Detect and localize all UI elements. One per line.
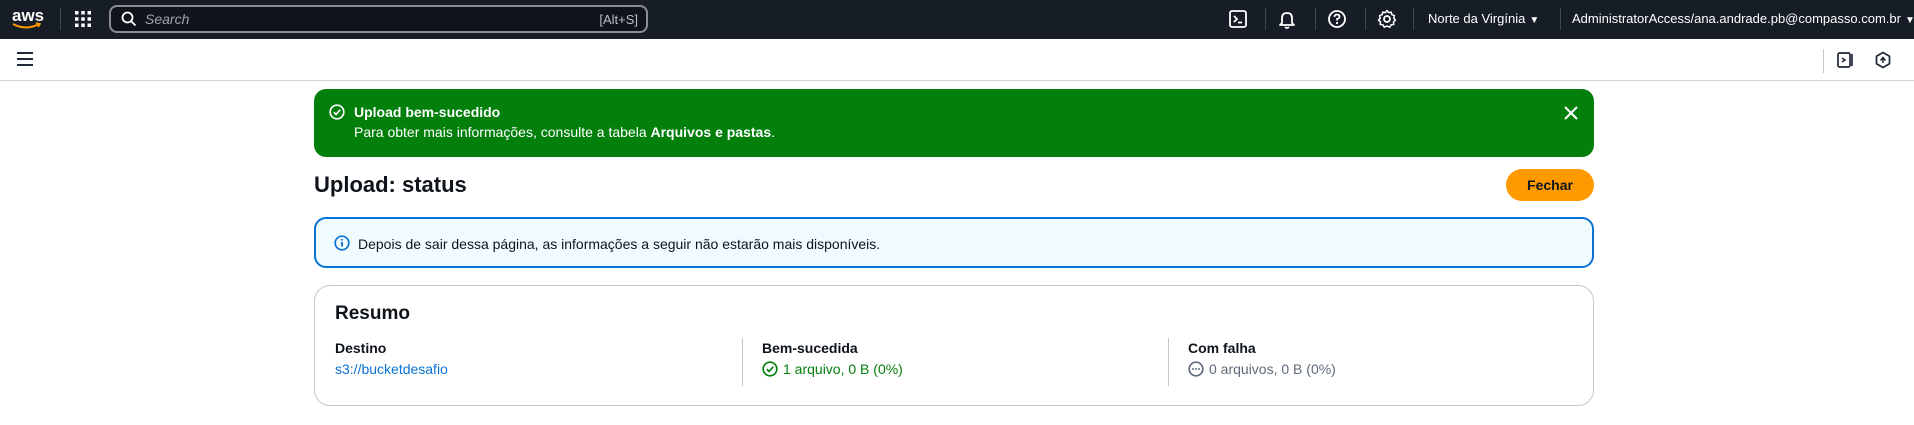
flash-message-prefix: Para obter mais informações, consulte a … xyxy=(354,124,651,140)
aws-smile-icon xyxy=(12,22,42,29)
failed-label: Com falha xyxy=(1188,340,1256,356)
info-alert: Depois de sair dessa página, as informaç… xyxy=(314,217,1594,268)
info-icon xyxy=(334,235,350,251)
nav-divider xyxy=(60,8,61,30)
succeeded-label: Bem-sucedida xyxy=(762,340,858,356)
destination-link[interactable]: s3://bucketdesafio xyxy=(335,361,448,377)
nav-divider xyxy=(1365,8,1366,30)
destination-label: Destino xyxy=(335,340,387,356)
search-input[interactable] xyxy=(145,11,600,27)
info-alert-text: Depois de sair dessa página, as informaç… xyxy=(358,236,881,252)
top-navigation: aws [Alt+S] xyxy=(0,0,1914,39)
success-flash-banner: Upload bem-sucedido Para obter mais info… xyxy=(314,89,1594,157)
assistant-icon[interactable] xyxy=(1874,51,1892,69)
page-title: Upload: status xyxy=(314,172,467,197)
success-check-icon xyxy=(329,104,345,120)
nav-divider xyxy=(1413,8,1414,30)
destination-column: Destino s3://bucketdesafio xyxy=(335,340,448,388)
secondary-bar xyxy=(0,39,1914,81)
succeeded-column: Bem-sucedida 1 arquivo, 0 B (0%) xyxy=(762,340,903,388)
pending-dots-icon xyxy=(1188,361,1204,377)
column-divider xyxy=(1168,338,1169,386)
success-check-icon xyxy=(762,361,778,377)
column-divider xyxy=(742,338,743,386)
info-panel-icon[interactable] xyxy=(1836,51,1854,69)
succeeded-value: 1 arquivo, 0 B (0%) xyxy=(783,361,903,377)
account-menu[interactable]: AdministratorAccess/ana.andrade.pb@compa… xyxy=(1572,11,1914,26)
region-label: Norte da Virgínia xyxy=(1428,11,1526,26)
account-label: AdministratorAccess/ana.andrade.pb@compa… xyxy=(1572,11,1901,26)
search-shortcut-hint: [Alt+S] xyxy=(599,11,638,27)
help-icon[interactable] xyxy=(1326,8,1348,30)
close-button[interactable]: Fechar xyxy=(1506,169,1594,201)
subbar-divider xyxy=(1823,49,1824,73)
cloudshell-icon[interactable] xyxy=(1227,8,1249,30)
close-icon[interactable] xyxy=(1562,104,1580,122)
nav-divider xyxy=(1315,8,1316,30)
region-selector[interactable]: Norte da Virgínia ▼ xyxy=(1428,11,1539,26)
search-box[interactable]: [Alt+S] xyxy=(109,5,648,33)
apps-grid-icon[interactable] xyxy=(73,9,93,29)
bell-icon[interactable] xyxy=(1276,8,1298,30)
menu-icon[interactable] xyxy=(17,52,33,66)
nav-divider xyxy=(1560,8,1561,30)
summary-title: Resumo xyxy=(335,303,410,324)
summary-panel: Resumo Destino s3://bucketdesafio Bem-su… xyxy=(314,285,1594,406)
failed-column: Com falha 0 arquivos, 0 B (0%) xyxy=(1188,340,1336,388)
flash-message: Para obter mais informações, consulte a … xyxy=(354,124,775,140)
gear-icon[interactable] xyxy=(1376,8,1398,30)
caret-down-icon: ▼ xyxy=(1529,15,1540,26)
flash-message-link: Arquivos e pastas xyxy=(650,124,772,140)
failed-value: 0 arquivos, 0 B (0%) xyxy=(1209,361,1336,377)
flash-message-suffix: . xyxy=(771,124,775,140)
nav-divider xyxy=(1265,8,1266,30)
search-icon xyxy=(121,11,137,27)
caret-down-icon: ▼ xyxy=(1904,15,1914,26)
flash-title: Upload bem-sucedido xyxy=(354,104,501,120)
aws-logo[interactable]: aws xyxy=(10,6,46,32)
